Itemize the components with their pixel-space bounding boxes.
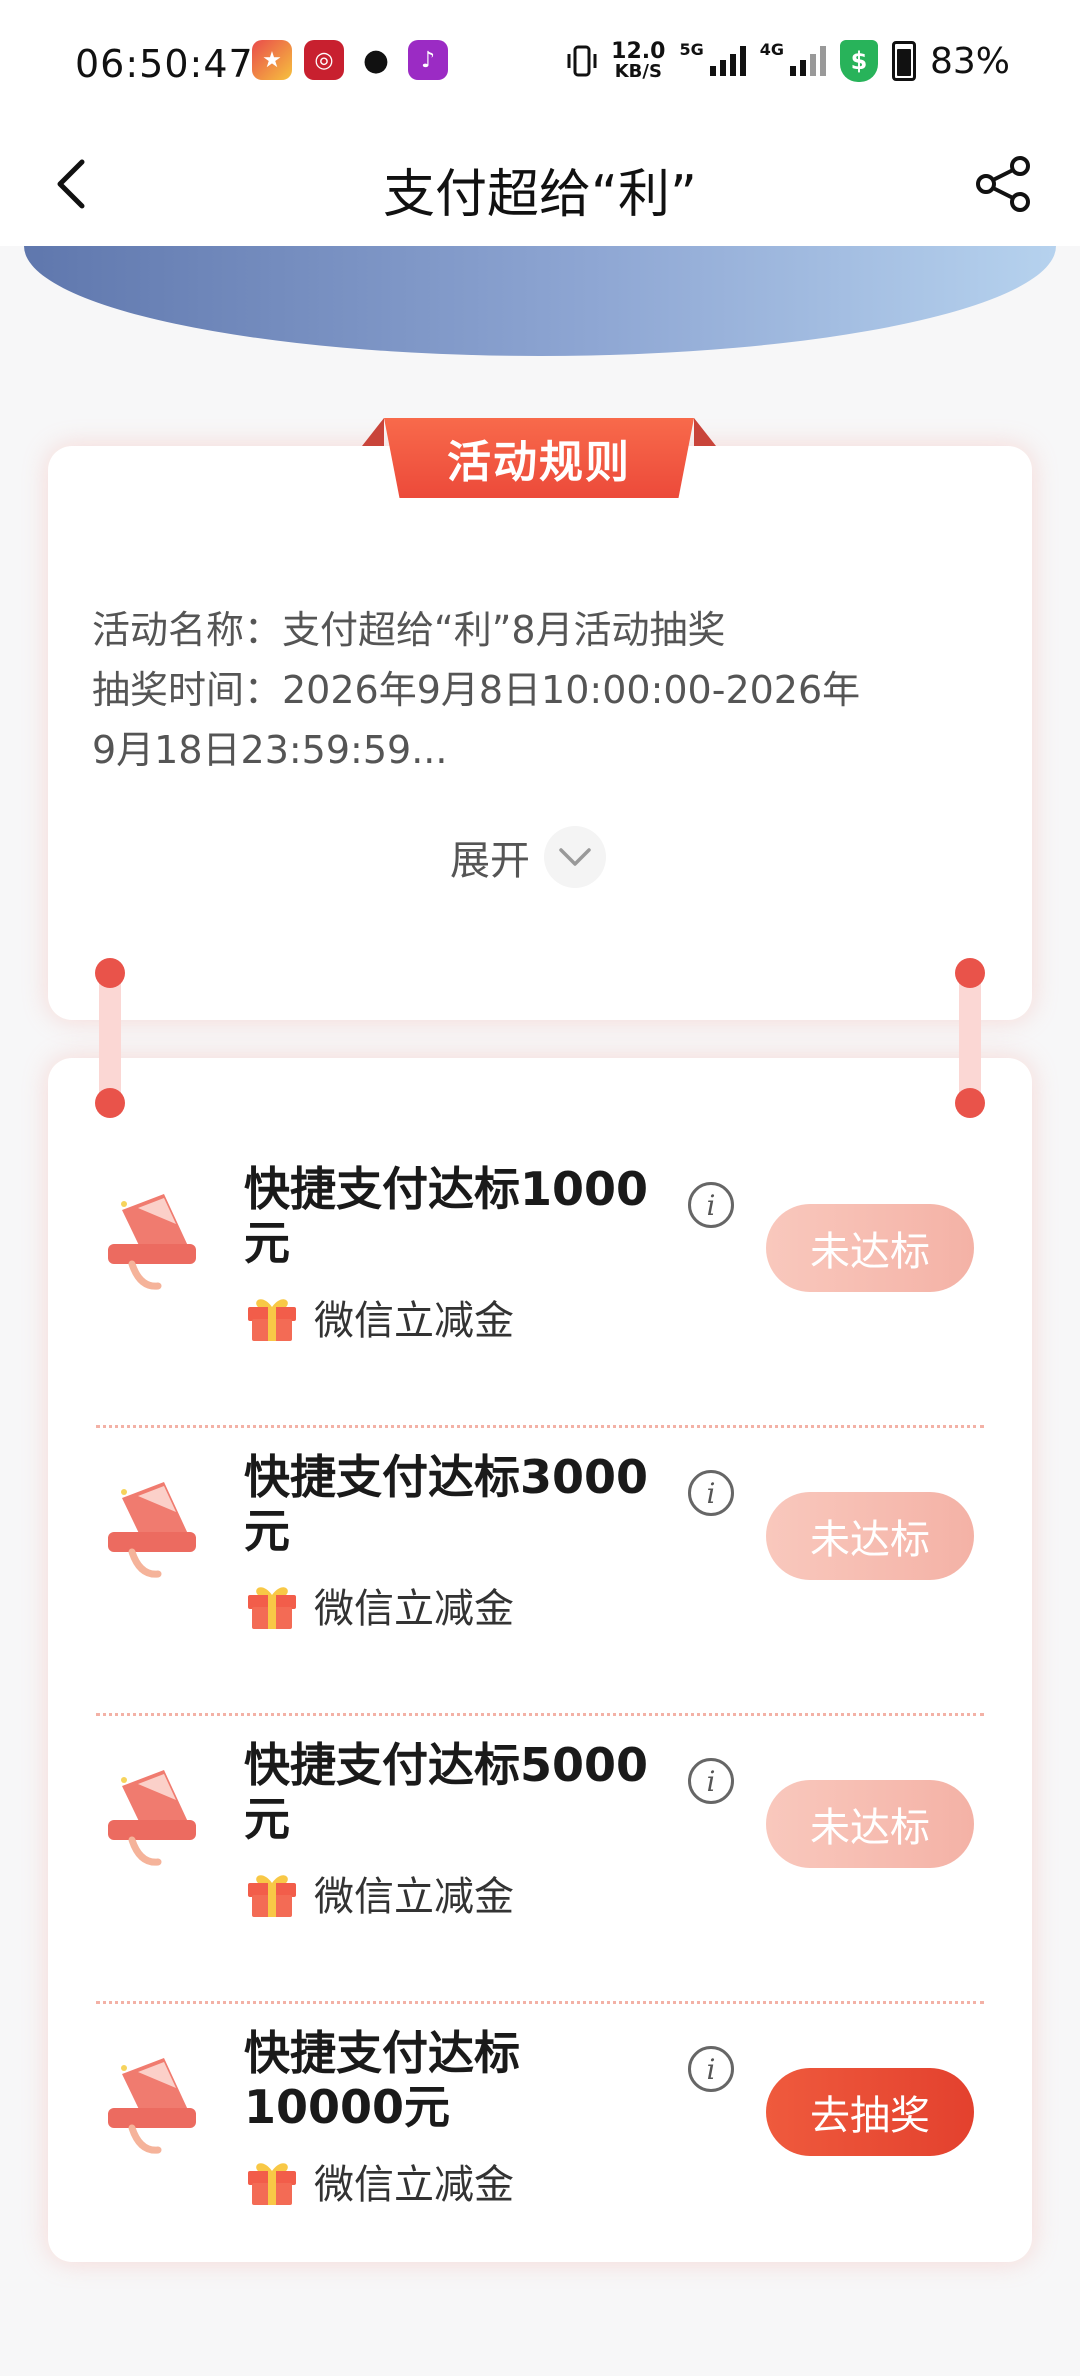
network-label-1: 5G [679,40,704,59]
status-time: 06:50:47 [75,42,254,86]
net-speed: 12.0 KB/S [611,41,665,81]
rules-text: 活动名称：支付超给“利”8月活动抽奖 抽奖时间：2026年9月8日10:00:0… [92,600,972,780]
task-row: 快捷支付达标3000元 微信立减金 i 未达标 [48,1428,1032,1716]
security-shield-icon: $ [839,40,878,82]
rules-tab: 活动规则 [362,418,716,498]
status-bar: 06:50:47 ★ ◎ ● ♪ 12.0 KB/S 5G 4G $ 83% [0,0,1080,128]
reward-label: 微信立减金 [314,2162,514,2208]
banner-arc [24,246,1056,356]
gift-icon [248,1875,296,1917]
payment-card-icon [108,1482,196,1578]
not-reached-button[interactable]: 未达标 [766,1492,974,1580]
gift-icon [248,1299,296,1341]
signal-icon-2 [789,46,826,76]
payment-card-icon [108,1194,196,1290]
network-label-2: 4G [759,40,784,59]
task-title: 快捷支付达标3000元 [244,1450,649,1558]
mascot-app-icon: ★ [252,40,292,80]
chain-dot [955,1088,985,1118]
rules-line-time: 抽奖时间：2026年9月8日10:00:00-2026年 [92,668,861,712]
task-row: 快捷支付达标5000元 微信立减金 i 未达标 [48,1716,1032,2004]
signal-icon-1 [709,46,746,76]
task-title: 快捷支付达标10000元 [244,2026,520,2134]
task-reward: 微信立减金 [244,1864,514,1922]
net-speed-value: 12.0 [611,39,666,64]
chevron-down-icon [544,826,606,888]
reward-label: 微信立减金 [314,1586,514,1632]
info-icon[interactable]: i [688,1758,734,1804]
task-reward: 微信立减金 [244,1576,514,1634]
battery-level: 83% [929,40,1010,82]
gift-icon [248,1587,296,1629]
rules-tab-ear-left [362,418,384,446]
task-reward: 微信立减金 [244,1288,514,1346]
rules-line-time-cont: 9月18日23:59:59... [92,728,448,772]
share-button[interactable] [972,152,1036,216]
bank-app-icon: ◎ [304,40,344,80]
task-reward: 微信立减金 [244,2152,514,2210]
status-right: 12.0 KB/S 5G 4G $ 83% [567,40,1010,82]
nav-bar: 支付超给“利” [0,128,1080,246]
battery-icon [891,41,916,81]
info-icon[interactable]: i [688,1470,734,1516]
draw-lottery-button[interactable]: 去抽奖 [766,2068,974,2156]
vibrate-icon [567,45,597,77]
task-title: 快捷支付达标1000元 [244,1162,649,1270]
wechat-icon: ● [362,42,390,78]
gift-icon [248,2163,296,2205]
expand-label: 展开 [450,838,530,884]
not-reached-button[interactable]: 未达标 [766,1780,974,1868]
payment-card-icon [108,1770,196,1866]
expand-button[interactable]: 展开 [450,826,606,888]
chain-dot [95,958,125,988]
not-reached-button[interactable]: 未达标 [766,1204,974,1292]
rules-tab-ear-right [694,418,716,446]
task-row: 快捷支付达标10000元 微信立减金 i 去抽奖 [48,2004,1032,2292]
reward-label: 微信立减金 [314,1298,514,1344]
rules-line-name: 活动名称：支付超给“利”8月活动抽奖 [92,608,726,652]
info-icon[interactable]: i [688,2046,734,2092]
task-title: 快捷支付达标5000元 [244,1738,649,1846]
task-row: 快捷支付达标1000元 微信立减金 i 未达标 [48,1140,1032,1428]
status-app-icons: ★ ◎ ● ♪ [252,40,448,80]
rules-tab-label: 活动规则 [384,418,694,498]
chain-dot [955,958,985,988]
page-title: 支付超给“利” [383,165,697,225]
reward-label: 微信立减金 [314,1874,514,1920]
net-speed-unit: KB/S [614,61,662,82]
info-icon[interactable]: i [688,1182,734,1228]
notification-app-icon: ♪ [408,40,448,80]
payment-card-icon [108,2058,196,2154]
chain-dot [95,1088,125,1118]
